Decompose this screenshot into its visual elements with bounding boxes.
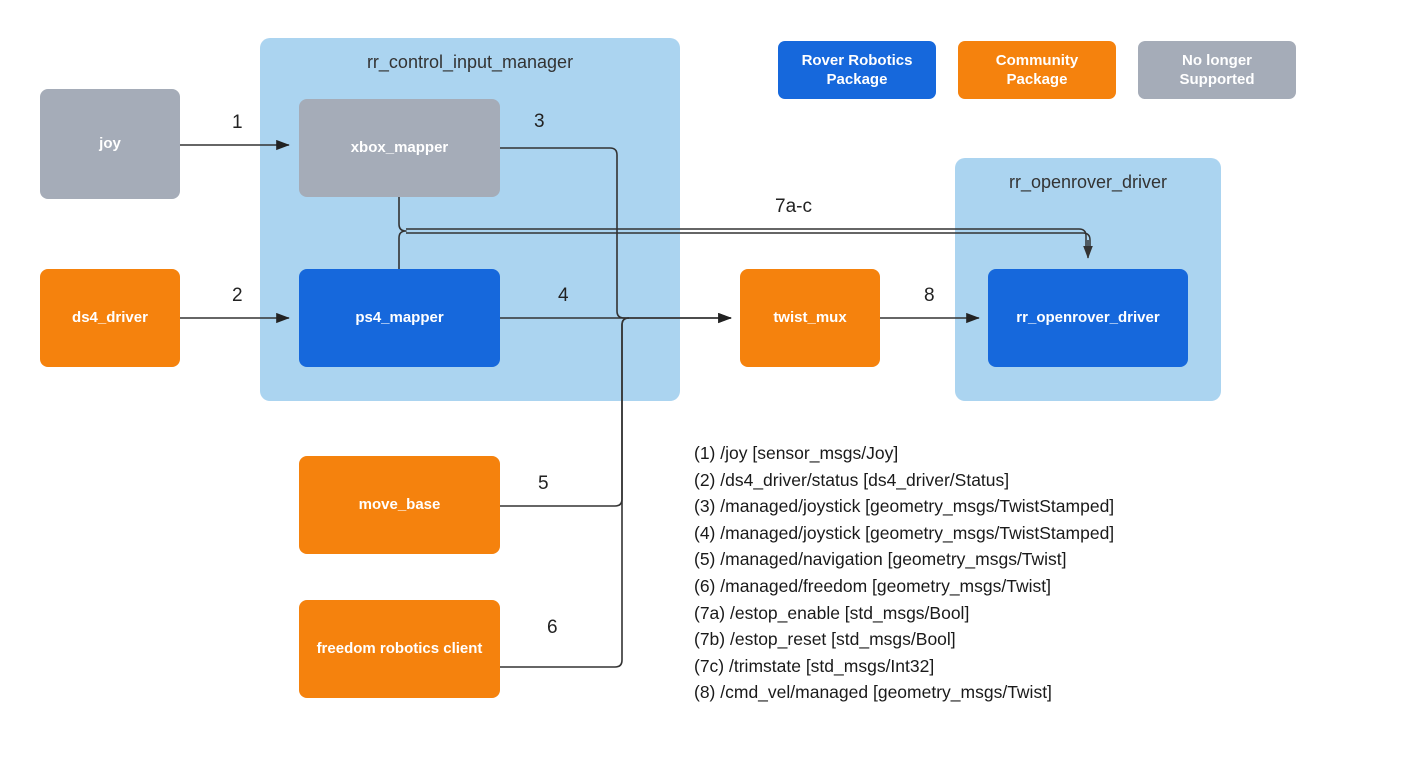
edge-label-1: 1 [232,112,243,133]
group-title-rr-control-input-manager: rr_control_input_manager [366,52,574,72]
node-label-rr-openrover-driver: rr_openrover_driver [1016,308,1160,326]
topic-line: (4) /managed/joystick [geometry_msgs/Twi… [694,522,1115,543]
edge-label-2: 2 [232,285,243,306]
legend-rover-robotics-package[interactable]: Rover Robotics Package [778,41,936,99]
node-joy[interactable]: joy [40,89,180,199]
topic-line: (7a) /estop_enable [std_msgs/Bool] [694,602,970,623]
legend-label-no-longer-supported: No longer Supported [1179,51,1255,89]
legend-label-community-package: Community Package [995,51,1079,89]
node-label-move-base: move_base [358,495,441,513]
legend-community-package[interactable]: Community Package [958,41,1116,99]
topic-line: (2) /ds4_driver/status [ds4_driver/Statu… [694,469,1010,490]
topic-legend-list: (1) /joy [sensor_msgs/Joy] (2) /ds4_driv… [694,440,1114,706]
node-label-twist-mux: twist_mux [773,308,847,326]
diagram-canvas: rr_control_input_manager rr_openrover_dr… [0,0,1421,765]
node-label-joy: joy [99,134,121,152]
node-twist-mux[interactable]: twist_mux [740,269,880,367]
legend-label-rover-robotics-package: Rover Robotics Package [801,51,913,89]
edge-label-4: 4 [558,285,569,306]
legend-no-longer-supported[interactable]: No longer Supported [1138,41,1296,99]
node-label-ds4-driver: ds4_driver [72,308,148,326]
node-ds4-driver[interactable]: ds4_driver [40,269,180,367]
node-xbox-mapper[interactable]: xbox_mapper [299,99,500,197]
node-rr-openrover-driver[interactable]: rr_openrover_driver [988,269,1188,367]
group-title-rr-openrover-driver: rr_openrover_driver [1008,172,1168,192]
topic-line: (3) /managed/joystick [geometry_msgs/Twi… [694,496,1115,517]
edge-label-3: 3 [534,111,545,132]
topic-line: (7c) /trimstate [std_msgs/Int32] [694,655,935,676]
edge-label-5: 5 [538,473,549,494]
node-move-base[interactable]: move_base [299,456,500,554]
edge-label-8: 8 [924,285,935,306]
topic-line: (8) /cmd_vel/managed [geometry_msgs/Twis… [694,682,1052,703]
edge-label-6: 6 [547,617,558,638]
node-label-ps4-mapper: ps4_mapper [355,308,444,326]
topic-line: (6) /managed/freedom [geometry_msgs/Twis… [694,575,1051,596]
edge-label-7ac: 7a-c [775,196,812,217]
topic-line: (7b) /estop_reset [std_msgs/Bool] [694,629,956,650]
node-label-freedom-robotics-client: freedom robotics client [316,639,483,657]
topic-line: (1) /joy [sensor_msgs/Joy] [694,443,899,463]
topic-line: (5) /managed/navigation [geometry_msgs/T… [694,549,1067,570]
node-ps4-mapper[interactable]: ps4_mapper [299,269,500,367]
node-label-xbox-mapper: xbox_mapper [350,138,449,156]
node-freedom-robotics-client[interactable]: freedom robotics client [299,600,500,698]
